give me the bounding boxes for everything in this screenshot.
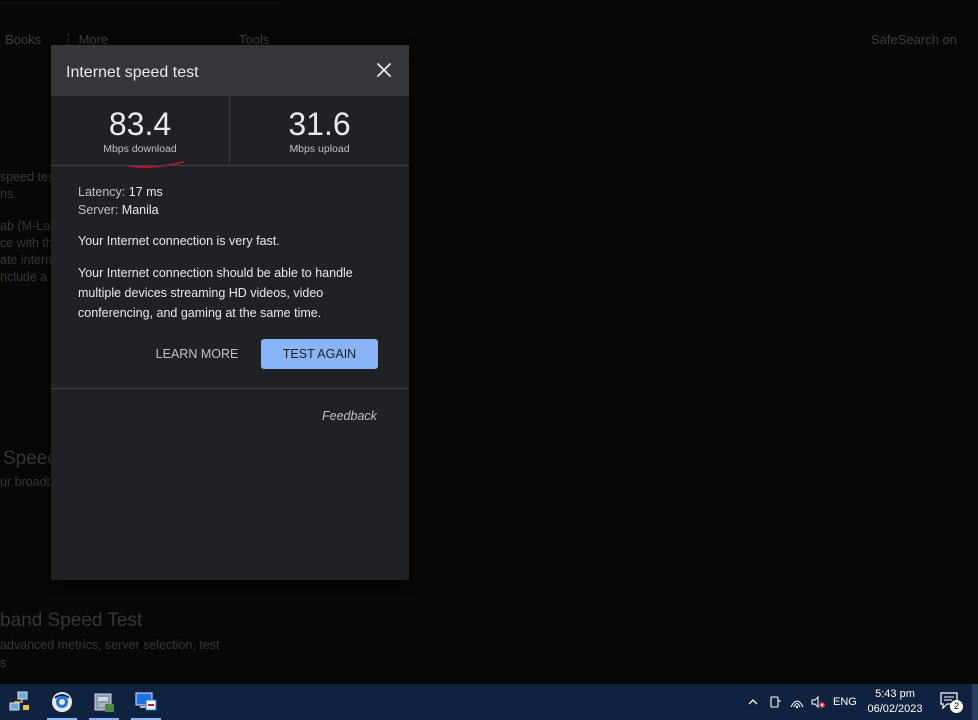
close-icon [377, 63, 391, 77]
show-desktop-button[interactable] [972, 684, 978, 720]
clock-time: 5:43 pm [875, 688, 915, 700]
server-value: Manila [121, 203, 159, 217]
upload-result: 31.6 Mbps upload [230, 96, 409, 165]
download-speed: 83.4 [108, 106, 172, 142]
latency-row: Latency: 17 ms [78, 185, 163, 199]
clock[interactable]: 5:43 pm 06/02/2023 [858, 687, 932, 717]
feedback-link[interactable]: Feedback [322, 409, 377, 423]
tray-volume-button[interactable] [810, 684, 826, 720]
latency-value: 17 ms [128, 185, 163, 199]
notification-center-button[interactable]: 2 [938, 689, 964, 715]
speed-detail-line: conferencing, and gaming at the same tim… [78, 306, 322, 320]
tray-wifi-button[interactable] [789, 684, 805, 720]
bg-result-snippet: advanced metrics, server selection, test [0, 638, 220, 652]
divider [51, 165, 409, 166]
server-row: Server: Manila [78, 203, 159, 217]
network-app-icon [9, 691, 29, 711]
speed-test-dialog: Internet speed test 83.4 Mbps download 3… [51, 45, 409, 580]
chevron-up-icon [748, 699, 758, 705]
learn-more-button[interactable]: LEARN MORE [149, 339, 245, 369]
clock-date: 06/02/2023 [867, 703, 923, 715]
latency-label: Latency: [78, 185, 126, 199]
server-label: Server: [78, 203, 119, 217]
bg-snippet: speed test [0, 170, 58, 184]
download-result: 83.4 Mbps download [51, 96, 230, 165]
download-unit: Mbps download [103, 143, 177, 155]
taskbar-browser-app[interactable] [42, 684, 82, 720]
browser-app-icon [52, 692, 72, 712]
bg-result-snippet: ur broadb [0, 475, 54, 489]
taskbar-remote-desktop-app[interactable] [126, 684, 166, 720]
close-button[interactable] [373, 59, 395, 81]
remote-desktop-app-icon [135, 692, 157, 711]
upload-speed: 31.6 [288, 106, 351, 142]
folder-app-icon [94, 693, 114, 712]
device-icon [770, 696, 781, 708]
volume-muted-icon [811, 695, 825, 709]
taskbar-folder-app[interactable] [84, 684, 124, 720]
taskbar: ENG 5:43 pm 06/02/2023 2 [0, 684, 978, 720]
speed-detail-line: Your Internet connection should be able … [78, 266, 353, 280]
wifi-icon [790, 700, 804, 709]
bg-tab-books[interactable]: Books [5, 32, 41, 47]
divider [51, 388, 409, 389]
taskbar-network-app[interactable] [0, 684, 40, 720]
test-again-button[interactable]: TEST AGAIN [261, 339, 378, 369]
upload-unit: Mbps upload [289, 143, 350, 155]
bg-snippet: ce with th [0, 236, 53, 250]
language-indicator[interactable]: ENG [833, 684, 857, 720]
bg-result-heading[interactable]: Speed [3, 448, 58, 470]
dialog-title: Internet speed test [66, 64, 199, 81]
speed-summary: Your Internet connection is very fast. [78, 234, 280, 248]
bg-snippet: ns. [0, 187, 17, 201]
background-divider [0, 0, 280, 4]
tray-device-icon-button[interactable] [768, 684, 782, 720]
bg-snippet: nclude a [0, 270, 48, 284]
show-hidden-icons-button[interactable] [746, 684, 760, 720]
screen: Books ⋮ More Tools SafeSearch on speed t… [0, 0, 978, 720]
bg-snippet: ab (M-Lab [0, 219, 57, 233]
bg-result-snippet: s [0, 656, 7, 670]
bg-safesearch[interactable]: SafeSearch on [871, 32, 957, 47]
notification-count-badge: 2 [950, 700, 963, 713]
speed-detail-line: multiple devices streaming HD videos, vi… [78, 286, 324, 300]
dialog-header: Internet speed test [51, 45, 409, 96]
bg-result-heading[interactable]: band Speed Test [0, 610, 142, 632]
